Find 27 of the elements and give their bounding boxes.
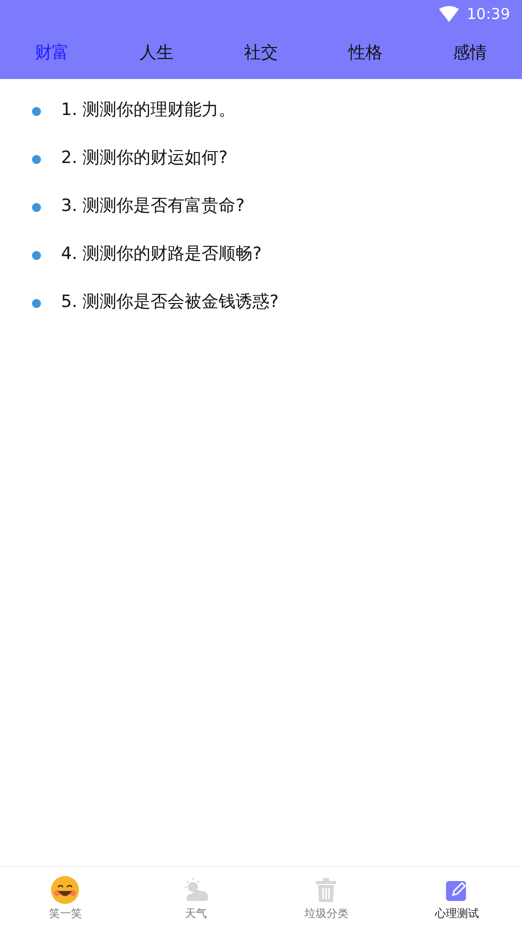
nav-tab[interactable]: 天气 xyxy=(130,867,261,929)
bullet-icon xyxy=(32,298,41,308)
trash-can-icon xyxy=(315,878,338,902)
nav-label: 心理测试 xyxy=(434,906,479,922)
category-tab[interactable]: 性格 xyxy=(313,36,418,72)
bullet-icon xyxy=(32,154,41,164)
edit-icon xyxy=(446,879,468,901)
category-tab[interactable]: 社交 xyxy=(208,36,314,72)
category-tab[interactable]: 感情 xyxy=(418,36,522,72)
quiz-link[interactable]: 1. 测测你的理财能力。 xyxy=(61,98,236,124)
nav-label: 笑一笑 xyxy=(48,906,82,922)
nav-tab[interactable]: 心理测试 xyxy=(392,867,522,929)
nav-label: 垃圾分类 xyxy=(304,906,348,922)
bullet-icon xyxy=(32,202,41,212)
quiz-link[interactable]: 3. 测测你是否有富贵命? xyxy=(61,194,245,220)
nav-label: 天气 xyxy=(184,906,207,922)
nav-tab[interactable]: 垃圾分类 xyxy=(261,867,392,929)
quiz-link[interactable]: 5. 测测你是否会被金钱诱惑? xyxy=(61,290,279,316)
smiley-face-icon xyxy=(50,875,80,905)
bullet-icon xyxy=(32,106,41,116)
nav-tab[interactable]: 笑一笑 xyxy=(0,867,130,929)
bullet-icon xyxy=(32,250,41,260)
quiz-link[interactable]: 4. 测测你的财路是否顺畅? xyxy=(61,242,262,268)
category-tab[interactable]: 人生 xyxy=(104,36,209,72)
wifi-icon xyxy=(438,6,459,22)
clock-time: 10:39 xyxy=(466,4,510,25)
quiz-link[interactable]: 2. 测测你的财运如何? xyxy=(61,146,228,172)
